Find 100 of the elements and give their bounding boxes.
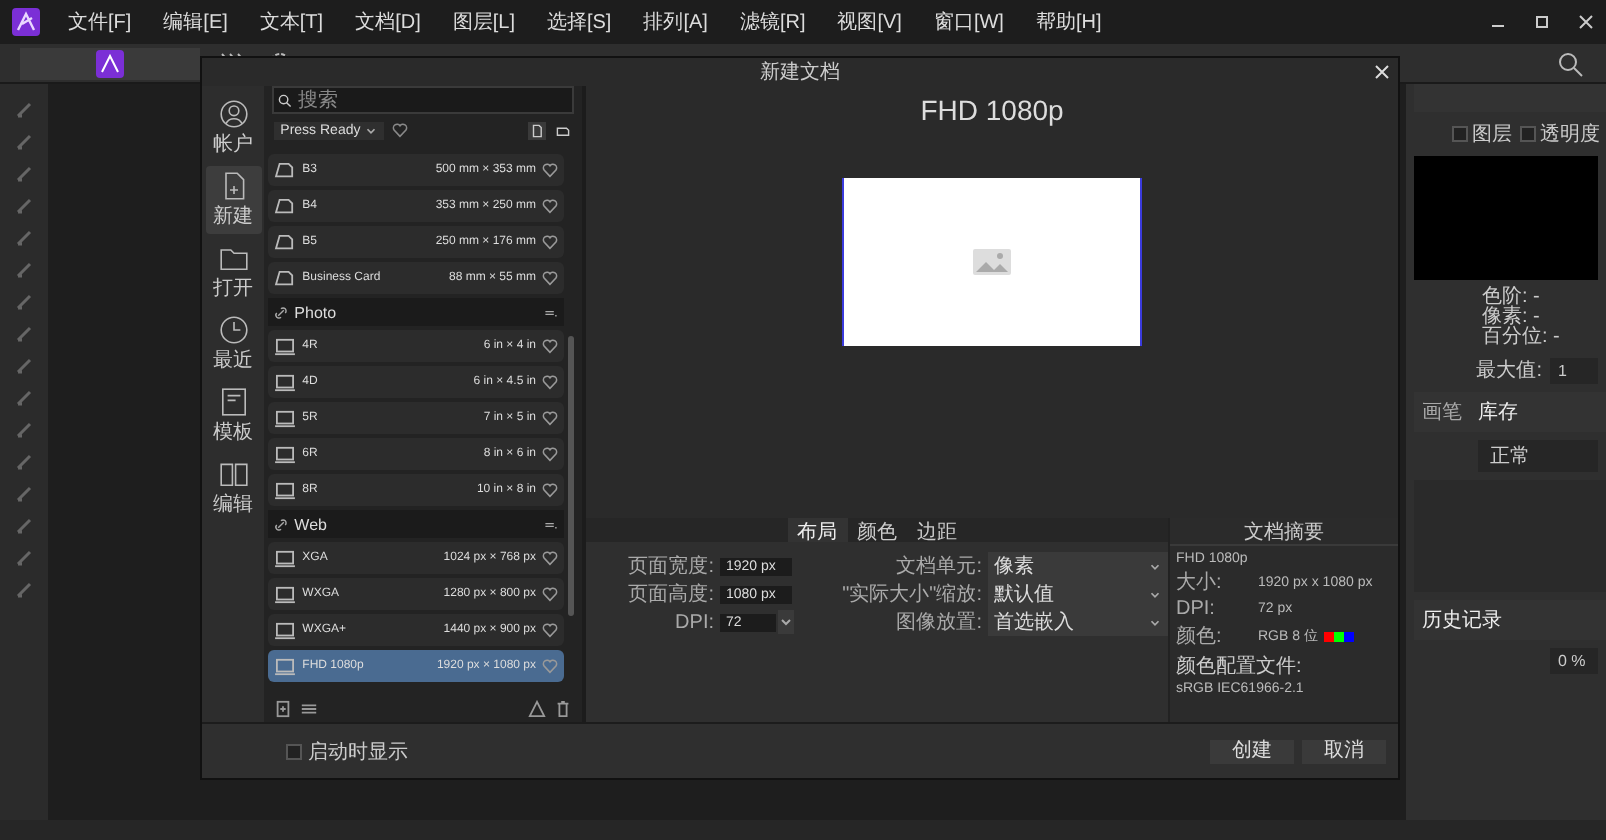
field-label: DPI: [673, 611, 714, 633]
nav-item[interactable]: 编辑 [205, 454, 262, 522]
heart-icon[interactable] [542, 482, 558, 498]
field-label: 文档单元: [894, 553, 982, 580]
tool-icon[interactable] [14, 388, 34, 408]
menu-item[interactable]: 编辑[E] [163, 8, 228, 36]
template-icon [217, 386, 250, 418]
blend-mode-dropdown[interactable]: 正常 [1478, 440, 1598, 472]
menu-item[interactable]: 排列[A] [643, 8, 708, 36]
tool-icon[interactable] [14, 292, 34, 312]
summary-label: 颜色配置文件: [1176, 653, 1302, 680]
tool-icon[interactable] [14, 100, 34, 120]
cancel-button[interactable]: 取消 [1302, 739, 1386, 763]
section-header[interactable]: Photo [268, 298, 564, 326]
settings-tab[interactable]: 边距 [907, 518, 967, 542]
portrait-icon[interactable] [528, 121, 546, 139]
heart-icon[interactable] [392, 122, 409, 138]
dropdown[interactable]: 默认值 [988, 580, 1168, 608]
menu-item[interactable]: 视图[V] [837, 8, 902, 36]
add-preset-icon[interactable] [274, 699, 293, 717]
menu-item[interactable]: 图层[L] [452, 8, 515, 36]
list-options-icon[interactable] [544, 305, 558, 319]
close-icon[interactable] [1374, 64, 1390, 80]
monitor-icon [274, 549, 297, 567]
tool-icon[interactable] [14, 548, 34, 568]
menu-item[interactable]: 文件[F] [68, 8, 132, 36]
page-icon [274, 269, 297, 287]
maximize-icon[interactable] [1534, 14, 1550, 30]
heart-icon[interactable] [542, 586, 558, 602]
monitor-icon [274, 409, 297, 427]
max-field[interactable]: 1 [1550, 357, 1598, 383]
heart-icon[interactable] [542, 234, 558, 250]
tool-icon[interactable] [14, 452, 34, 472]
nav-item[interactable]: 打开 [205, 238, 262, 306]
tool-icon[interactable] [14, 484, 34, 504]
trash-icon[interactable] [554, 699, 572, 717]
heart-icon[interactable] [542, 270, 558, 286]
menu-item[interactable]: 文档[D] [355, 8, 421, 36]
tool-icon[interactable] [14, 132, 34, 152]
nav-item[interactable]: 帐户 [205, 94, 262, 162]
search-icon[interactable] [1554, 47, 1586, 79]
tool-icon[interactable] [14, 324, 34, 344]
checkbox[interactable] [286, 743, 302, 759]
heart-icon[interactable] [542, 410, 558, 426]
tool-icon[interactable] [14, 356, 34, 376]
page-icon [274, 161, 297, 179]
triangle-icon[interactable] [528, 699, 546, 717]
checkbox[interactable] [1452, 126, 1468, 142]
tool-icon[interactable] [14, 164, 34, 184]
heart-icon[interactable] [542, 374, 558, 390]
list-options-icon[interactable] [300, 699, 319, 717]
field-label: 页面宽度: [626, 553, 714, 580]
stat-text: 像素: - [1482, 308, 1540, 328]
user-icon [217, 98, 250, 130]
heart-icon[interactable] [542, 162, 558, 178]
nav-item[interactable]: 模板 [205, 382, 262, 450]
checkbox-label: 透明度 [1540, 121, 1600, 148]
checkbox[interactable] [1520, 126, 1536, 142]
settings-tab[interactable]: 颜色 [847, 518, 907, 542]
nav-item[interactable]: 最近 [205, 310, 262, 378]
heart-icon[interactable] [542, 622, 558, 638]
field-label: "实际大小"缩放: [840, 581, 982, 608]
panel-tab[interactable]: 画笔 [1422, 398, 1462, 426]
monitor-icon [274, 373, 297, 391]
nav-item[interactable]: 新建 [205, 166, 262, 234]
preview-title: FHD 1080p [920, 94, 1064, 126]
tool-icon[interactable] [14, 420, 34, 440]
tool-icon[interactable] [14, 260, 34, 280]
tool-icon[interactable] [14, 516, 34, 536]
search-field[interactable]: 搜索 [272, 86, 574, 114]
menu-item[interactable]: 滤镜[R] [739, 8, 806, 36]
menu-item[interactable]: 帮助[H] [1035, 8, 1102, 36]
tool-icon[interactable] [14, 228, 34, 248]
menu-item[interactable]: 窗口[W] [933, 8, 1004, 36]
app-logo-icon[interactable] [12, 8, 40, 36]
heart-icon[interactable] [542, 338, 558, 354]
menu-item[interactable]: 选择[S] [546, 8, 612, 36]
summary-label: DPI: [1176, 598, 1217, 620]
heart-icon[interactable] [542, 550, 558, 566]
menu-item[interactable]: 文本[T] [259, 8, 324, 36]
max-label: 最大值: [1476, 357, 1542, 384]
heart-icon[interactable] [542, 198, 558, 214]
list-options-icon[interactable] [544, 517, 558, 531]
section-header[interactable]: Web [268, 510, 564, 538]
close-icon[interactable] [1578, 14, 1594, 30]
field-label: 图像放置: [894, 609, 982, 636]
tool-icon[interactable] [14, 580, 34, 600]
tool-icon[interactable] [14, 196, 34, 216]
checkbox-label: 启动时显示 [308, 739, 408, 765]
opacity-field[interactable]: 0 % [1550, 648, 1598, 674]
page-icon [274, 197, 297, 215]
dropdown[interactable]: 像素 [988, 552, 1168, 580]
panel-tab[interactable]: 库存 [1478, 398, 1518, 426]
dropdown[interactable]: 首选嵌入 [988, 608, 1168, 636]
create-button[interactable]: 创建 [1210, 739, 1294, 763]
settings-tab[interactable]: 布局 [787, 518, 847, 542]
heart-icon[interactable] [542, 446, 558, 462]
caret-icon[interactable] [778, 610, 794, 634]
scrollbar-thumb[interactable] [568, 336, 574, 616]
panel-tab[interactable]: 历史记录 [1422, 606, 1502, 634]
